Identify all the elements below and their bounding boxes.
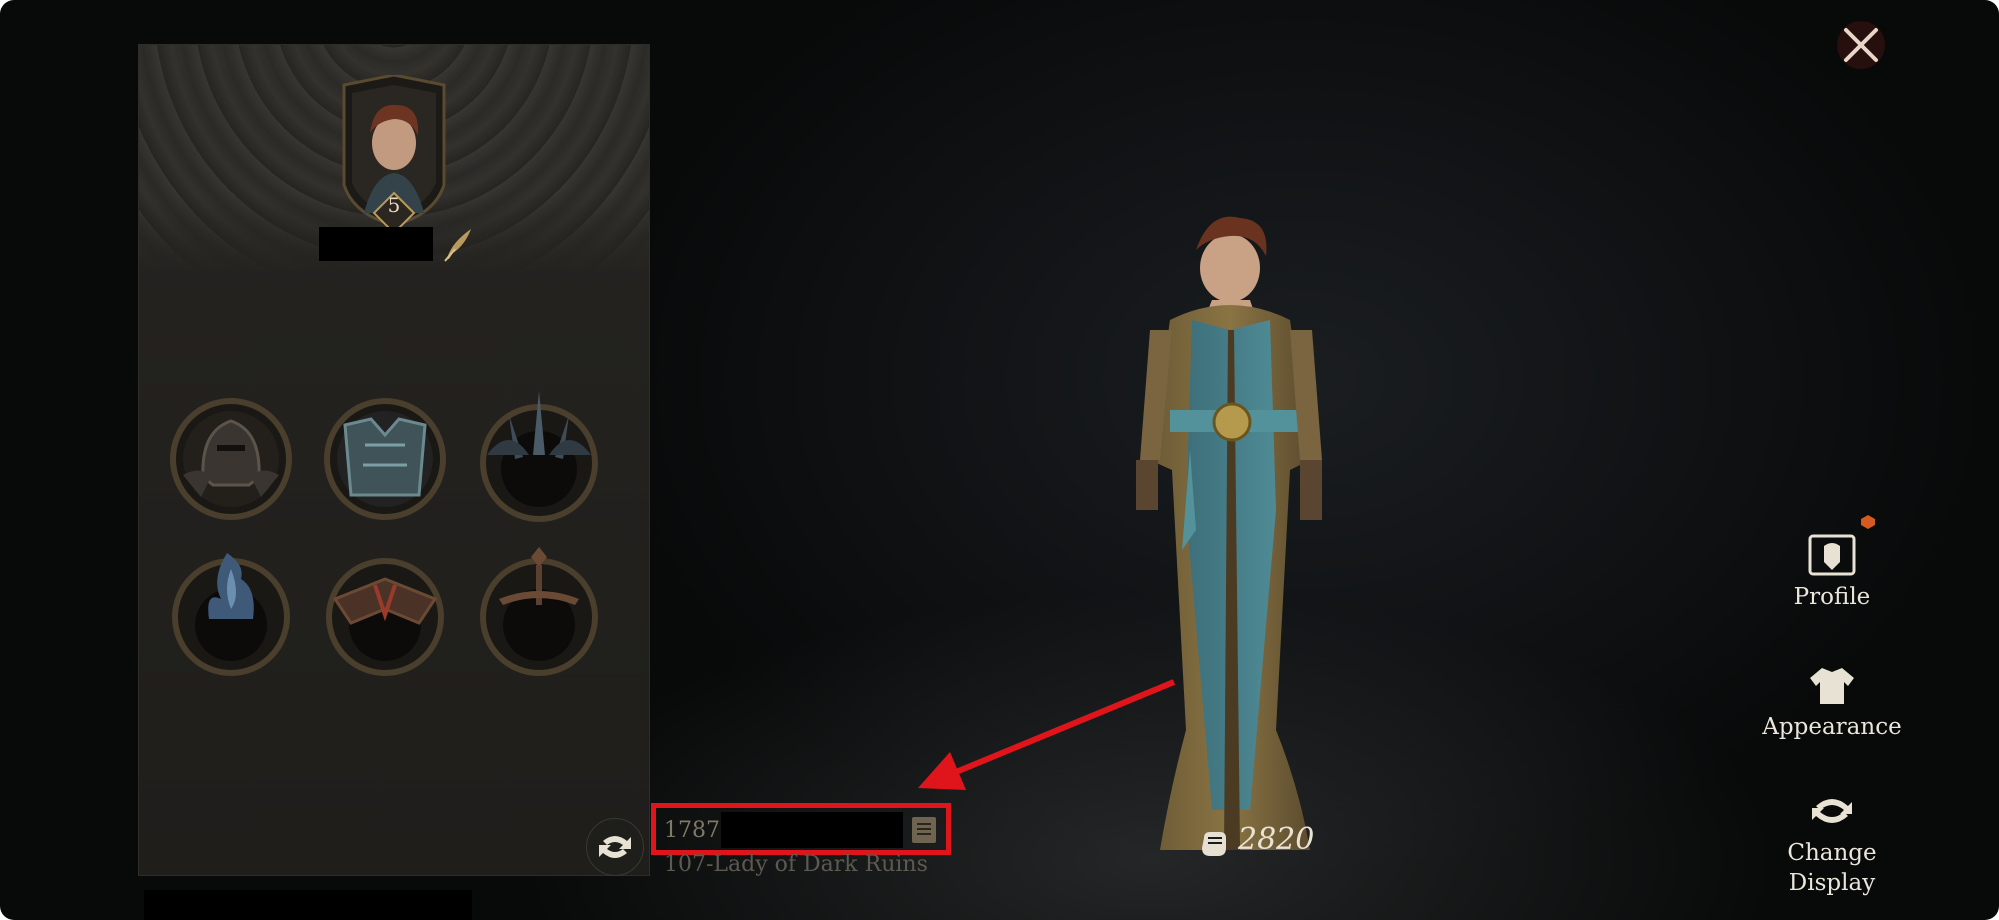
bottom-info-redacted xyxy=(144,890,472,920)
profile-button[interactable]: Profile xyxy=(1757,532,1907,612)
profile-icon xyxy=(1808,534,1856,576)
shirt-icon xyxy=(1810,668,1854,704)
swap-arrows-icon xyxy=(599,836,631,858)
change-display-button[interactable]: Change Display xyxy=(1757,788,1907,898)
helmet-icon xyxy=(170,398,292,520)
character-panel: 5 xyxy=(138,44,650,876)
swap-display-icon xyxy=(1812,799,1852,823)
combat-power: 2820 xyxy=(1238,822,1315,857)
shoulder-icon xyxy=(480,391,598,522)
equipment-slot-belt[interactable] xyxy=(315,539,455,679)
game-screen: 5 17872 107-Lady of Dark Ruins 2820 Prof… xyxy=(0,0,1999,920)
equipment-slot-shoulder[interactable] xyxy=(469,385,609,525)
quill-icon[interactable] xyxy=(441,225,475,263)
fist-icon xyxy=(1202,832,1226,856)
appearance-label: Appearance xyxy=(1762,714,1902,740)
appearance-button[interactable]: Appearance xyxy=(1757,664,1907,742)
character-id-redacted xyxy=(721,812,903,848)
belt-icon xyxy=(326,558,444,676)
notification-dot-icon xyxy=(1861,515,1875,529)
character-portrait[interactable]: 5 xyxy=(334,73,454,235)
copy-id-icon[interactable] xyxy=(908,813,940,847)
flame-icon xyxy=(172,553,290,676)
equipment-slot-chest[interactable] xyxy=(315,385,455,525)
equipment-slot-offhand[interactable] xyxy=(161,539,301,679)
swap-character-button[interactable] xyxy=(586,818,644,876)
character-level: 5 xyxy=(387,193,401,217)
chest-armor-icon xyxy=(324,398,446,520)
character-model xyxy=(1136,216,1322,850)
change-display-label-line1: Change xyxy=(1787,840,1877,866)
sword-icon xyxy=(480,547,598,676)
profile-label: Profile xyxy=(1793,584,1871,610)
equipment-slot-weapon[interactable] xyxy=(469,539,609,679)
close-icon[interactable] xyxy=(1832,16,1890,74)
equipment-slot-helmet[interactable] xyxy=(161,385,301,525)
character-name-redacted xyxy=(319,227,433,261)
character-title: 107-Lady of Dark Ruins xyxy=(664,852,928,877)
change-display-label-line2: Display xyxy=(1788,870,1876,896)
